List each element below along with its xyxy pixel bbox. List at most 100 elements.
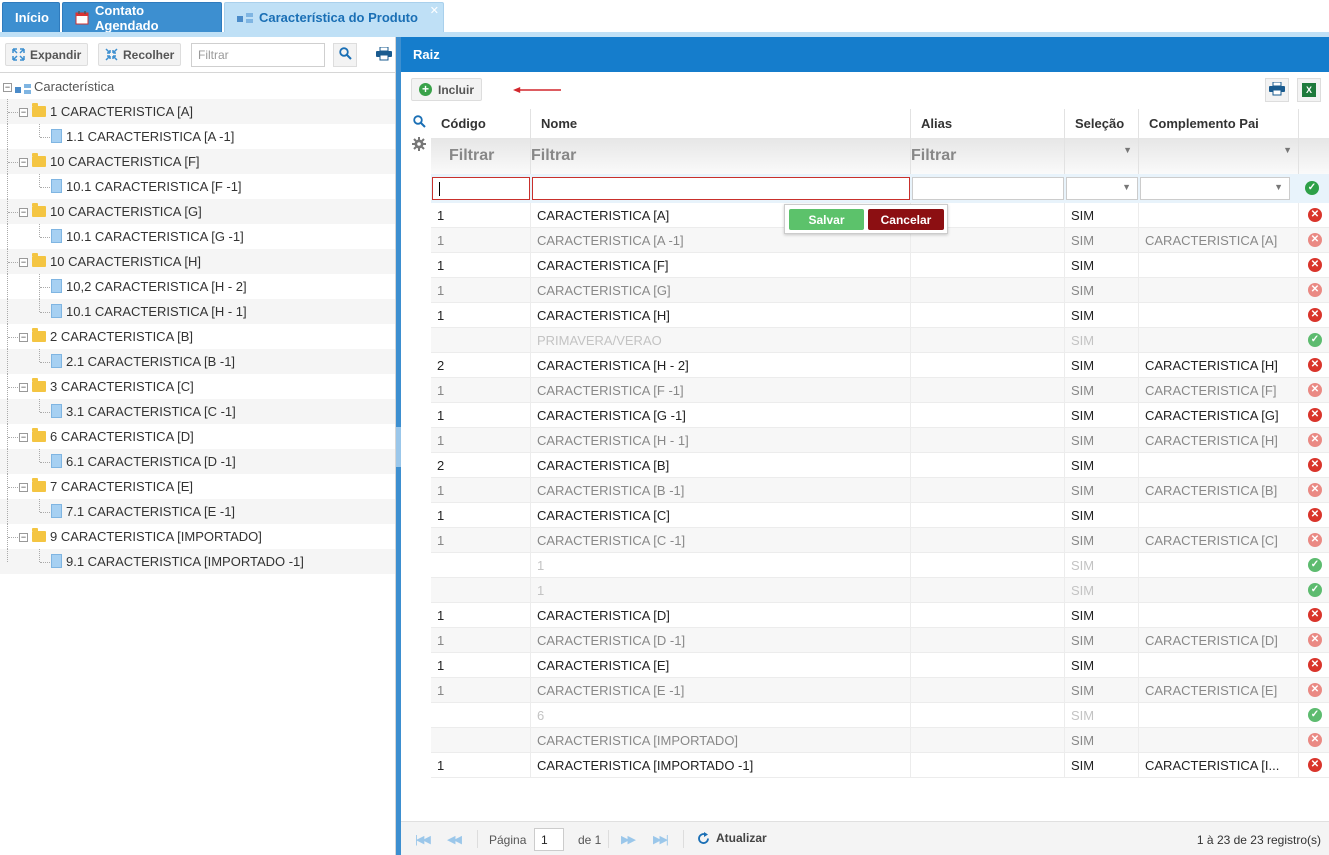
delete-icon[interactable]: ✕ — [1308, 283, 1322, 297]
filter-nome[interactable]: Filtrar — [531, 138, 911, 174]
delete-icon[interactable]: ✕ — [1308, 433, 1322, 447]
table-row[interactable]: 1 CARACTERISTICA [D] SIM ✕ — [431, 603, 1329, 628]
tree-node[interactable]: 10,2 CARACTERISTICA [H - 2] — [0, 274, 395, 299]
prev-page-icon[interactable]: ◀◀ — [447, 833, 462, 846]
collapse-toggle-icon[interactable]: − — [19, 258, 28, 267]
table-row[interactable]: 2 CARACTERISTICA [H - 2] SIM CARACTERISTICA… — [431, 353, 1329, 378]
table-row[interactable]: 1 CARACTERISTICA [E -1] SIM CARACTERISTICA … — [431, 678, 1329, 703]
table-row[interactable]: 1 SIM ✓ — [431, 553, 1329, 578]
delete-icon[interactable]: ✕ — [1308, 308, 1322, 322]
table-row[interactable]: 6 SIM ✓ — [431, 703, 1329, 728]
filter-selecao[interactable]: ▼ — [1065, 138, 1139, 174]
cancel-button[interactable]: Cancelar — [868, 209, 944, 230]
delete-icon[interactable]: ✕ — [1308, 208, 1322, 222]
collapse-button[interactable]: Recolher — [98, 43, 182, 66]
tree-node[interactable]: − 10 CARACTERISTICA [F] — [0, 149, 395, 174]
activate-icon[interactable]: ✓ — [1308, 708, 1322, 722]
tree-node[interactable]: 3.1 CARACTERISTICA [C -1] — [0, 399, 395, 424]
table-row[interactable]: PRIMAVERA/VERAO SIM ✓ — [431, 328, 1329, 353]
tree-node[interactable]: 6.1 CARACTERISTICA [D -1] — [0, 449, 395, 474]
column-header-complemento[interactable]: Complemento Pai — [1139, 109, 1299, 138]
collapse-toggle-icon[interactable]: − — [19, 483, 28, 492]
delete-icon[interactable]: ✕ — [1308, 358, 1322, 372]
column-header-codigo[interactable]: Código — [431, 109, 531, 138]
tree-node[interactable]: 10.1 CARACTERISTICA [G -1] — [0, 224, 395, 249]
tree-node[interactable]: − 1 CARACTERISTICA [A] — [0, 99, 395, 124]
delete-icon[interactable]: ✕ — [1308, 408, 1322, 422]
delete-icon[interactable]: ✕ — [1308, 633, 1322, 647]
activate-icon[interactable]: ✓ — [1308, 333, 1322, 347]
table-row[interactable]: 1 CARACTERISTICA [C -1] SIM CARACTERISTICA … — [431, 528, 1329, 553]
refresh-button[interactable]: Atualizar — [697, 831, 767, 845]
tree-node[interactable]: 9.1 CARACTERISTICA [IMPORTADO -1] — [0, 549, 395, 574]
tree-node[interactable]: − 3 CARACTERISTICA [C] — [0, 374, 395, 399]
table-row[interactable]: 1 CARACTERISTICA [D -1] SIM CARACTERISTICA … — [431, 628, 1329, 653]
delete-icon[interactable]: ✕ — [1308, 483, 1322, 497]
collapse-toggle-icon[interactable]: − — [19, 533, 28, 542]
confirm-icon[interactable]: ✓ — [1305, 181, 1319, 195]
delete-icon[interactable]: ✕ — [1308, 233, 1322, 247]
tree-filter-input[interactable]: Filtrar — [191, 43, 325, 67]
export-excel-button[interactable]: X — [1297, 78, 1321, 102]
activate-icon[interactable]: ✓ — [1308, 583, 1322, 597]
table-row[interactable]: 1 CARACTERISTICA [H - 1] SIM CARACTERISTICA… — [431, 428, 1329, 453]
delete-icon[interactable]: ✕ — [1308, 733, 1322, 747]
filter-alias[interactable]: Filtrar — [911, 138, 1065, 174]
column-header-selecao[interactable]: Seleção — [1065, 109, 1139, 138]
delete-icon[interactable]: ✕ — [1308, 658, 1322, 672]
delete-icon[interactable]: ✕ — [1308, 508, 1322, 522]
first-page-icon[interactable]: |◀◀ — [415, 833, 431, 846]
tree-node[interactable]: − 10 CARACTERISTICA [H] — [0, 249, 395, 274]
filter-codigo[interactable]: Filtrar — [431, 138, 531, 174]
tree-root[interactable]: − Característica — [0, 74, 395, 99]
codigo-input[interactable] — [432, 177, 530, 200]
nome-input[interactable] — [532, 177, 910, 200]
table-row[interactable]: 1 CARACTERISTICA [G] SIM ✕ — [431, 278, 1329, 303]
page-number-input[interactable]: 1 — [534, 828, 564, 851]
column-header-alias[interactable]: Alias — [911, 109, 1065, 138]
collapse-toggle-icon[interactable]: − — [19, 433, 28, 442]
next-page-icon[interactable]: ▶▶ — [621, 833, 636, 846]
grid-settings-button[interactable] — [409, 134, 429, 156]
collapse-toggle-icon[interactable]: − — [19, 108, 28, 117]
table-row[interactable]: 1 CARACTERISTICA [IMPORTADO -1] SIM CARACTE… — [431, 753, 1329, 778]
tree-node[interactable]: − 6 CARACTERISTICA [D] — [0, 424, 395, 449]
delete-icon[interactable]: ✕ — [1308, 458, 1322, 472]
tab-caracteristica-produto[interactable]: Característica do Produto ✕ — [224, 2, 444, 32]
close-icon[interactable]: ✕ — [430, 4, 439, 17]
table-row[interactable]: CARACTERISTICA [IMPORTADO] SIM ✕ — [431, 728, 1329, 753]
alias-input[interactable] — [912, 177, 1064, 200]
delete-icon[interactable]: ✕ — [1308, 608, 1322, 622]
expand-button[interactable]: Expandir — [5, 43, 89, 66]
print-button[interactable] — [1265, 78, 1289, 102]
tree-node[interactable]: 2.1 CARACTERISTICA [B -1] — [0, 349, 395, 374]
tree-node[interactable]: − 2 CARACTERISTICA [B] — [0, 324, 395, 349]
table-row[interactable]: 1 CARACTERISTICA [C] SIM ✕ — [431, 503, 1329, 528]
delete-icon[interactable]: ✕ — [1308, 758, 1322, 772]
table-row[interactable]: 1 CARACTERISTICA [F] SIM ✕ — [431, 253, 1329, 278]
delete-icon[interactable]: ✕ — [1308, 258, 1322, 272]
collapse-toggle-icon[interactable]: − — [19, 208, 28, 217]
tree-node[interactable]: − 7 CARACTERISTICA [E] — [0, 474, 395, 499]
tree-node[interactable]: 10.1 CARACTERISTICA [F -1] — [0, 174, 395, 199]
activate-icon[interactable]: ✓ — [1308, 558, 1322, 572]
column-header-nome[interactable]: Nome — [531, 109, 911, 138]
tree-print-button[interactable] — [372, 43, 396, 67]
grid-search-button[interactable] — [409, 112, 429, 134]
collapse-toggle-icon[interactable]: − — [19, 333, 28, 342]
tab-inicio[interactable]: Início — [2, 2, 60, 32]
table-row[interactable]: 1 SIM ✓ — [431, 578, 1329, 603]
last-page-icon[interactable]: ▶▶| — [653, 833, 669, 846]
collapse-toggle-icon[interactable]: − — [3, 83, 12, 92]
filter-complemento[interactable]: ▼ — [1139, 138, 1299, 174]
delete-icon[interactable]: ✕ — [1308, 383, 1322, 397]
tree-search-button[interactable] — [333, 43, 357, 67]
table-row[interactable]: 1 CARACTERISTICA [G -1] SIM CARACTERISTICA … — [431, 403, 1329, 428]
delete-icon[interactable]: ✕ — [1308, 533, 1322, 547]
complemento-select[interactable]: ▼ — [1140, 177, 1290, 200]
delete-icon[interactable]: ✕ — [1308, 683, 1322, 697]
table-row[interactable]: 1 CARACTERISTICA [E] SIM ✕ — [431, 653, 1329, 678]
table-row[interactable]: 1 CARACTERISTICA [H] SIM ✕ — [431, 303, 1329, 328]
add-button[interactable]: + Incluir — [411, 78, 483, 101]
collapse-toggle-icon[interactable]: − — [19, 158, 28, 167]
